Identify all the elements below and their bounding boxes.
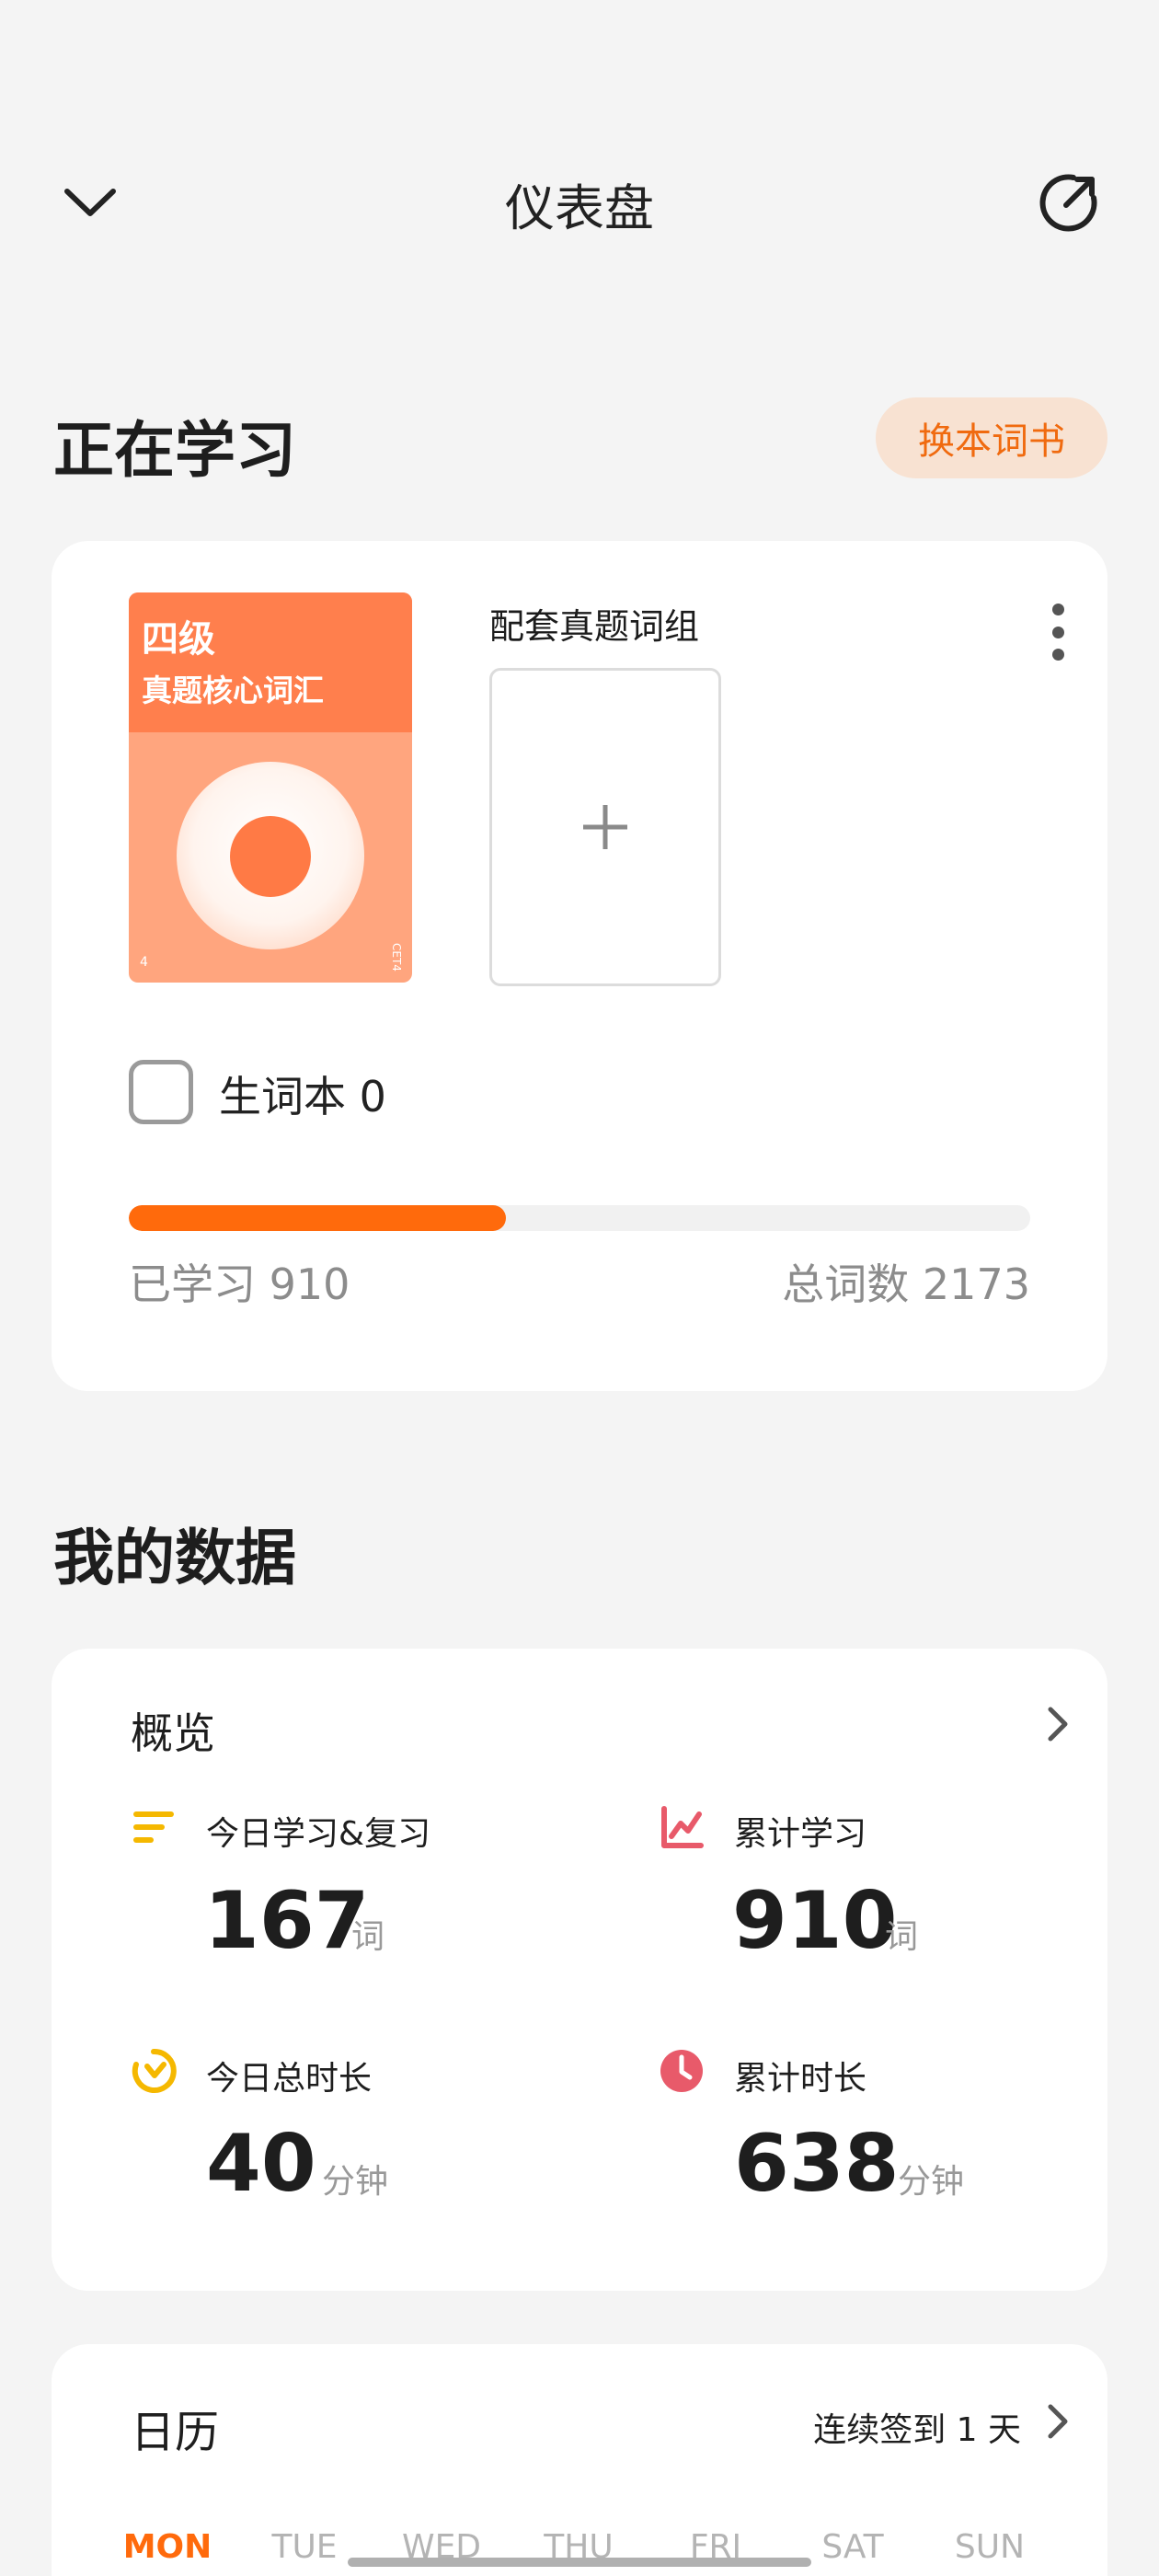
timer-icon	[132, 2048, 177, 2093]
weekday-mon[interactable]: MON	[112, 2528, 223, 2566]
vocab-book-checkbox[interactable]	[129, 1060, 193, 1124]
total-study-value: 910	[732, 1875, 898, 1967]
vocab-book-label: 生词本 0	[219, 1072, 386, 1121]
total-study-unit: 词	[885, 1918, 919, 1956]
weekday-tue[interactable]: TUE	[249, 2528, 360, 2566]
checkin-streak: 连续签到 1 天	[813, 2411, 1021, 2449]
page-title: 仪表盘	[505, 179, 654, 237]
calendar-title: 日历	[131, 2407, 220, 2458]
today-study-value: 167	[204, 1875, 370, 1967]
overview-title: 概览	[131, 1708, 215, 1758]
switch-book-button[interactable]: 换本词书	[876, 397, 1107, 478]
total-study-label: 累计学习	[734, 1815, 867, 1853]
today-study-label: 今日学习&复习	[206, 1815, 431, 1853]
clock-icon	[660, 2050, 703, 2092]
total-count: 总词数 2173	[782, 1259, 1030, 1309]
today-study-unit: 词	[351, 1918, 385, 1956]
book-level: 四级	[142, 618, 215, 661]
home-indicator[interactable]	[348, 2558, 811, 2567]
learning-progress-fill	[129, 1205, 507, 1231]
total-duration-label: 累计时长	[734, 2060, 867, 2098]
more-vertical-icon	[1051, 604, 1064, 615]
book-cover[interactable]: 四级 真题核心词汇 4 CET4	[129, 592, 412, 983]
today-duration-label: 今日总时长	[206, 2060, 373, 2098]
today-duration-unit: 分钟	[322, 2163, 389, 2201]
weekday-sun[interactable]: SUN	[935, 2528, 1045, 2566]
book-name: 真题核心词汇	[142, 673, 324, 708]
learning-progress-bar	[129, 1205, 1030, 1231]
book-corner-right: CET4	[390, 943, 403, 972]
plus-icon	[583, 805, 627, 849]
line-chart-icon	[661, 1806, 704, 1848]
studying-section-title: 正在学习	[53, 415, 296, 486]
top-bar: 仪表盘	[0, 147, 1159, 248]
phrase-group-label: 配套真题词组	[489, 606, 700, 647]
more-options-button[interactable]	[1039, 600, 1076, 664]
chevron-right-icon[interactable]	[1039, 2399, 1076, 2444]
my-data-section-title: 我的数据	[53, 1523, 296, 1593]
book-cover-dot	[230, 816, 311, 897]
book-corner-left: 4	[140, 955, 148, 970]
weekday-sat[interactable]: SAT	[798, 2528, 908, 2566]
today-duration-value: 40	[206, 2118, 316, 2210]
share-arrow-icon	[1039, 174, 1097, 232]
chevron-right-icon[interactable]	[1039, 1702, 1076, 1746]
total-duration-unit: 分钟	[898, 2163, 965, 2201]
lines-icon	[133, 1811, 174, 1843]
learned-count: 已学习 910	[129, 1259, 350, 1309]
add-phrase-group-button[interactable]	[489, 668, 721, 986]
share-button[interactable]	[1032, 166, 1106, 239]
total-duration-value: 638	[734, 2118, 900, 2210]
